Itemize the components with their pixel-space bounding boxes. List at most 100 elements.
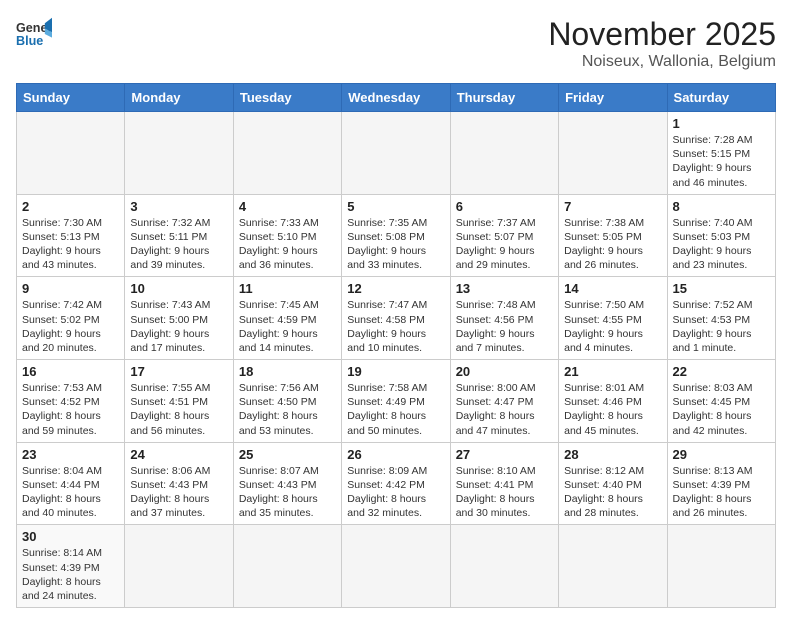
calendar-day-cell [667, 525, 775, 608]
day-info: Sunrise: 7:42 AM Sunset: 5:02 PM Dayligh… [22, 298, 119, 355]
title-area: November 2025 Noiseux, Wallonia, Belgium [548, 16, 776, 71]
calendar-week-row: 30 Sunrise: 8:14 AM Sunset: 4:39 PM Dayli… [17, 525, 776, 608]
calendar-day-cell: 19 Sunrise: 7:58 AM Sunset: 4:49 PM Dayli… [342, 360, 450, 443]
day-number: 21 [564, 364, 661, 379]
calendar-week-row: 23 Sunrise: 8:04 AM Sunset: 4:44 PM Dayli… [17, 442, 776, 525]
calendar-week-row: 9 Sunrise: 7:42 AM Sunset: 5:02 PM Daylig… [17, 277, 776, 360]
day-info: Sunrise: 7:53 AM Sunset: 4:52 PM Dayligh… [22, 381, 119, 438]
calendar-day-cell: 1Sunrise: 7:28 AM Sunset: 5:15 PM Daylig… [667, 112, 775, 195]
day-info: Sunrise: 8:10 AM Sunset: 4:41 PM Dayligh… [456, 464, 553, 521]
calendar-week-row: 16 Sunrise: 7:53 AM Sunset: 4:52 PM Dayli… [17, 360, 776, 443]
day-info: Sunrise: 7:43 AM Sunset: 5:00 PM Dayligh… [130, 298, 227, 355]
day-info: Sunrise: 8:14 AM Sunset: 4:39 PM Dayligh… [22, 546, 119, 603]
day-info: Sunrise: 7:40 AM Sunset: 5:03 PM Dayligh… [673, 216, 770, 273]
day-number: 28 [564, 447, 661, 462]
calendar-day-cell: 4 Sunrise: 7:33 AM Sunset: 5:10 PM Daylig… [233, 194, 341, 277]
day-number: 9 [22, 281, 119, 296]
day-info: Sunrise: 8:04 AM Sunset: 4:44 PM Dayligh… [22, 464, 119, 521]
day-info: Sunrise: 7:35 AM Sunset: 5:08 PM Dayligh… [347, 216, 444, 273]
calendar-day-cell: 24Sunrise: 8:06 AM Sunset: 4:43 PM Dayli… [125, 442, 233, 525]
svg-text:Blue: Blue [16, 34, 43, 48]
day-info: Sunrise: 7:28 AM Sunset: 5:15 PM Dayligh… [673, 133, 770, 190]
day-number: 23 [22, 447, 119, 462]
calendar-day-cell [17, 112, 125, 195]
calendar-day-cell [450, 525, 558, 608]
day-number: 16 [22, 364, 119, 379]
day-number: 17 [130, 364, 227, 379]
calendar-day-cell: 16 Sunrise: 7:53 AM Sunset: 4:52 PM Dayli… [17, 360, 125, 443]
calendar-day-cell: 2Sunrise: 7:30 AM Sunset: 5:13 PM Daylig… [17, 194, 125, 277]
day-number: 14 [564, 281, 661, 296]
calendar-day-cell [233, 525, 341, 608]
day-info: Sunrise: 8:12 AM Sunset: 4:40 PM Dayligh… [564, 464, 661, 521]
calendar-day-cell: 15 Sunrise: 7:52 AM Sunset: 4:53 PM Dayli… [667, 277, 775, 360]
calendar-day-cell: 22 Sunrise: 8:03 AM Sunset: 4:45 PM Dayli… [667, 360, 775, 443]
day-info: Sunrise: 8:07 AM Sunset: 4:43 PM Dayligh… [239, 464, 336, 521]
month-title: November 2025 [548, 16, 776, 53]
logo: General Blue [16, 16, 52, 52]
calendar-day-cell: 13Sunrise: 7:48 AM Sunset: 4:56 PM Dayli… [450, 277, 558, 360]
calendar-day-cell: 11 Sunrise: 7:45 AM Sunset: 4:59 PM Dayli… [233, 277, 341, 360]
day-info: Sunrise: 8:00 AM Sunset: 4:47 PM Dayligh… [456, 381, 553, 438]
day-number: 13 [456, 281, 553, 296]
day-number: 19 [347, 364, 444, 379]
day-info: Sunrise: 7:33 AM Sunset: 5:10 PM Dayligh… [239, 216, 336, 273]
day-number: 11 [239, 281, 336, 296]
calendar-day-cell: 14Sunrise: 7:50 AM Sunset: 4:55 PM Dayli… [559, 277, 667, 360]
day-number: 30 [22, 529, 119, 544]
calendar-day-cell: 28 Sunrise: 8:12 AM Sunset: 4:40 PM Dayli… [559, 442, 667, 525]
calendar-day-cell: 7Sunrise: 7:38 AM Sunset: 5:05 PM Daylig… [559, 194, 667, 277]
day-number: 18 [239, 364, 336, 379]
calendar-day-cell: 30 Sunrise: 8:14 AM Sunset: 4:39 PM Dayli… [17, 525, 125, 608]
calendar-day-cell [125, 525, 233, 608]
calendar-day-cell [450, 112, 558, 195]
day-info: Sunrise: 8:01 AM Sunset: 4:46 PM Dayligh… [564, 381, 661, 438]
day-number: 4 [239, 199, 336, 214]
calendar-day-cell: 3 Sunrise: 7:32 AM Sunset: 5:11 PM Daylig… [125, 194, 233, 277]
day-info: Sunrise: 7:32 AM Sunset: 5:11 PM Dayligh… [130, 216, 227, 273]
location-subtitle: Noiseux, Wallonia, Belgium [548, 53, 776, 71]
calendar-day-cell: 12Sunrise: 7:47 AM Sunset: 4:58 PM Dayli… [342, 277, 450, 360]
day-number: 2 [22, 199, 119, 214]
calendar-day-cell: 26Sunrise: 8:09 AM Sunset: 4:42 PM Dayli… [342, 442, 450, 525]
day-of-week-header: Monday [125, 84, 233, 112]
logo-icon: General Blue [16, 16, 52, 52]
day-number: 29 [673, 447, 770, 462]
day-number: 5 [347, 199, 444, 214]
day-info: Sunrise: 7:45 AM Sunset: 4:59 PM Dayligh… [239, 298, 336, 355]
calendar-day-cell: 6Sunrise: 7:37 AM Sunset: 5:07 PM Daylig… [450, 194, 558, 277]
day-of-week-header: Wednesday [342, 84, 450, 112]
day-of-week-header: Thursday [450, 84, 558, 112]
day-info: Sunrise: 7:58 AM Sunset: 4:49 PM Dayligh… [347, 381, 444, 438]
day-info: Sunrise: 7:55 AM Sunset: 4:51 PM Dayligh… [130, 381, 227, 438]
day-info: Sunrise: 8:03 AM Sunset: 4:45 PM Dayligh… [673, 381, 770, 438]
calendar-day-cell [559, 112, 667, 195]
day-number: 8 [673, 199, 770, 214]
day-number: 26 [347, 447, 444, 462]
calendar-day-cell: 29Sunrise: 8:13 AM Sunset: 4:39 PM Dayli… [667, 442, 775, 525]
calendar-week-row: 1Sunrise: 7:28 AM Sunset: 5:15 PM Daylig… [17, 112, 776, 195]
day-info: Sunrise: 8:06 AM Sunset: 4:43 PM Dayligh… [130, 464, 227, 521]
calendar-day-cell [559, 525, 667, 608]
calendar-header-row: SundayMondayTuesdayWednesdayThursdayFrid… [17, 84, 776, 112]
day-number: 20 [456, 364, 553, 379]
calendar-day-cell: 18 Sunrise: 7:56 AM Sunset: 4:50 PM Dayli… [233, 360, 341, 443]
calendar-day-cell: 27 Sunrise: 8:10 AM Sunset: 4:41 PM Dayli… [450, 442, 558, 525]
day-number: 15 [673, 281, 770, 296]
day-of-week-header: Friday [559, 84, 667, 112]
calendar-day-cell: 20 Sunrise: 8:00 AM Sunset: 4:47 PM Dayli… [450, 360, 558, 443]
day-number: 27 [456, 447, 553, 462]
calendar-day-cell: 8 Sunrise: 7:40 AM Sunset: 5:03 PM Daylig… [667, 194, 775, 277]
calendar-day-cell [342, 112, 450, 195]
day-info: Sunrise: 7:56 AM Sunset: 4:50 PM Dayligh… [239, 381, 336, 438]
day-number: 25 [239, 447, 336, 462]
day-number: 22 [673, 364, 770, 379]
calendar-day-cell [233, 112, 341, 195]
day-of-week-header: Saturday [667, 84, 775, 112]
day-info: Sunrise: 7:52 AM Sunset: 4:53 PM Dayligh… [673, 298, 770, 355]
day-number: 3 [130, 199, 227, 214]
day-info: Sunrise: 7:37 AM Sunset: 5:07 PM Dayligh… [456, 216, 553, 273]
day-info: Sunrise: 7:38 AM Sunset: 5:05 PM Dayligh… [564, 216, 661, 273]
day-of-week-header: Tuesday [233, 84, 341, 112]
calendar-week-row: 2Sunrise: 7:30 AM Sunset: 5:13 PM Daylig… [17, 194, 776, 277]
